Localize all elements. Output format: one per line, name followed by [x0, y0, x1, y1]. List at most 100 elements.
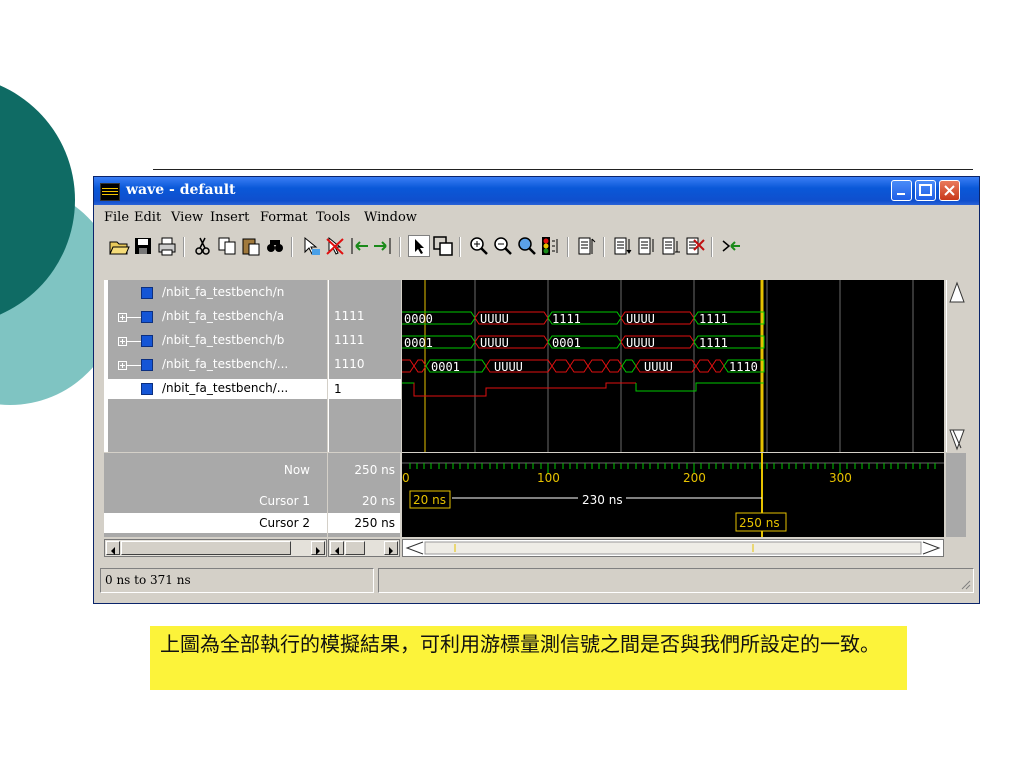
cursor-2-label[interactable]: Cursor 2 [259, 516, 310, 530]
status-panel [378, 568, 974, 593]
zoom-in-icon[interactable] [468, 235, 490, 257]
menu-view[interactable]: View [171, 210, 203, 225]
bus-a-value: 1111 [699, 312, 728, 326]
scroll-left-icon[interactable] [330, 541, 344, 555]
toolbar-separator [291, 237, 293, 257]
signal-row[interactable]: /nbit_fa_testbench/... [108, 355, 327, 375]
signal-name: /nbit_fa_testbench/n [162, 285, 285, 299]
signal-icon [141, 335, 153, 347]
scroll-thumb[interactable] [121, 541, 291, 555]
prev-edge-icon[interactable] [348, 235, 370, 257]
scroll-thumb[interactable] [345, 541, 365, 555]
signal-name: /nbit_fa_testbench/... [162, 381, 289, 395]
expand-plus-icon[interactable] [118, 361, 127, 370]
menu-edit[interactable]: Edit [134, 210, 161, 225]
signal-row[interactable]: /nbit_fa_testbench/b [108, 331, 327, 351]
menu-window[interactable]: Window [364, 210, 417, 225]
waveform-pane[interactable]: 0000 UUUU 1111 UUUU 1111 0001 UUUU 0001 … [402, 280, 944, 452]
copy-icon[interactable] [216, 235, 238, 257]
resize-grip-icon[interactable] [959, 578, 971, 590]
menu-tools[interactable]: Tools [316, 210, 350, 225]
cursor-name-pane: Now Cursor 1 Cursor 2 [104, 453, 327, 537]
cursor-track[interactable]: 0 100 200 300 20 ns 230 ns 250 ns [402, 453, 944, 537]
paste-icon[interactable] [240, 235, 262, 257]
insert-divider-icon[interactable] [612, 235, 634, 257]
scroll-left-icon[interactable] [106, 541, 120, 555]
find-icon[interactable] [264, 235, 286, 257]
wave-window[interactable]: wave - default File Edit View Insert For… [93, 176, 980, 604]
delta-label: 230 ns [582, 493, 623, 507]
now-label: Now [283, 463, 310, 477]
signal-row-selected[interactable]: /nbit_fa_testbench/... [108, 379, 327, 399]
bit-carry [402, 382, 764, 397]
bus-a: 0000 UUUU 1111 UUUU 1111 [402, 311, 765, 326]
signal-row[interactable]: /nbit_fa_testbench/n [108, 283, 327, 303]
menu-bar: File Edit View Insert Format Tools Windo… [94, 207, 979, 229]
bus-b-value: UUUU [626, 336, 655, 350]
close-button[interactable] [939, 180, 960, 201]
wave-format-icon[interactable] [576, 235, 598, 257]
zoom-out-icon[interactable] [492, 235, 514, 257]
name-hscrollbar[interactable] [104, 539, 327, 557]
open-folder-icon[interactable] [108, 235, 130, 257]
expand-plus-icon[interactable] [118, 337, 127, 346]
wave-vertical-scrollbar[interactable] [946, 280, 967, 452]
toolbar-separator [399, 237, 401, 257]
bus-b-value: UUUU [480, 336, 509, 350]
maximize-icon [919, 184, 932, 196]
save-icon[interactable] [132, 235, 154, 257]
select-pointer-icon[interactable] [300, 235, 322, 257]
menu-file[interactable]: File [104, 210, 129, 225]
insert-signal-icon[interactable] [636, 235, 658, 257]
tree-connector [127, 365, 141, 366]
arrow-mode-icon[interactable] [408, 235, 430, 257]
tree-connector [127, 317, 141, 318]
cursor-1-value: 20 ns [362, 494, 395, 508]
signal-name-pane[interactable]: /nbit_fa_testbench/n /nbit_fa_testbench/… [104, 280, 327, 452]
signal-value-pane[interactable]: 1111 1111 1110 1 [328, 280, 401, 452]
tick-label: 200 [683, 471, 706, 485]
insert-group-icon[interactable] [660, 235, 682, 257]
minimize-icon [897, 193, 905, 195]
cut-icon[interactable] [192, 235, 214, 257]
print-icon[interactable] [156, 235, 178, 257]
cursor-1-box-label[interactable]: 20 ns [413, 493, 446, 507]
signal-row[interactable]: /nbit_fa_testbench/a [108, 307, 327, 327]
expand-plus-icon[interactable] [118, 313, 127, 322]
zoom-box-icon[interactable] [432, 235, 454, 257]
wave-hscrollbar[interactable] [402, 539, 944, 557]
bus-a-value: UUUU [626, 312, 655, 326]
toolbar-separator [567, 237, 569, 257]
caption-note: 上圖為全部執行的模擬結果，可利用游標量測信號之間是否與我們所設定的一致。 [150, 626, 907, 690]
minimize-button[interactable] [891, 180, 912, 201]
signal-icon [141, 311, 153, 323]
bus-a-value: UUUU [480, 312, 509, 326]
zoom-full-icon[interactable] [516, 235, 538, 257]
menu-format[interactable]: Format [260, 210, 308, 225]
bus-a-value: 1111 [552, 312, 581, 326]
bus-b: 0001 UUUU 0001 UUUU 1111 [402, 335, 765, 350]
bus-sum-value: 0001 [431, 360, 460, 374]
tree-connector [127, 341, 141, 342]
cursor-2-box-label[interactable]: 250 ns [739, 516, 780, 530]
menu-insert[interactable]: Insert [210, 210, 249, 225]
bus-b-value: 1111 [699, 336, 728, 350]
next-edge-icon[interactable] [372, 235, 394, 257]
title-bar[interactable]: wave - default [94, 177, 979, 205]
remove-icon[interactable] [684, 235, 706, 257]
signal-name: /nbit_fa_testbench/b [162, 333, 285, 347]
cursor-right-gutter [946, 453, 966, 537]
delete-signal-icon[interactable] [324, 235, 346, 257]
expand-icon[interactable] [720, 235, 742, 257]
maximize-button[interactable] [915, 180, 936, 201]
scroll-right-icon[interactable] [384, 541, 398, 555]
run-break-icon[interactable] [540, 235, 562, 257]
window-title: wave - default [126, 182, 236, 198]
scroll-right-icon[interactable] [311, 541, 325, 555]
wave-app-icon [100, 183, 120, 201]
slide-rule [153, 169, 973, 170]
signal-value: 1111 [334, 333, 365, 347]
bus-sum-value: UUUU [644, 360, 673, 374]
cursor-1-label[interactable]: Cursor 1 [259, 494, 310, 508]
value-hscrollbar[interactable] [328, 539, 400, 557]
